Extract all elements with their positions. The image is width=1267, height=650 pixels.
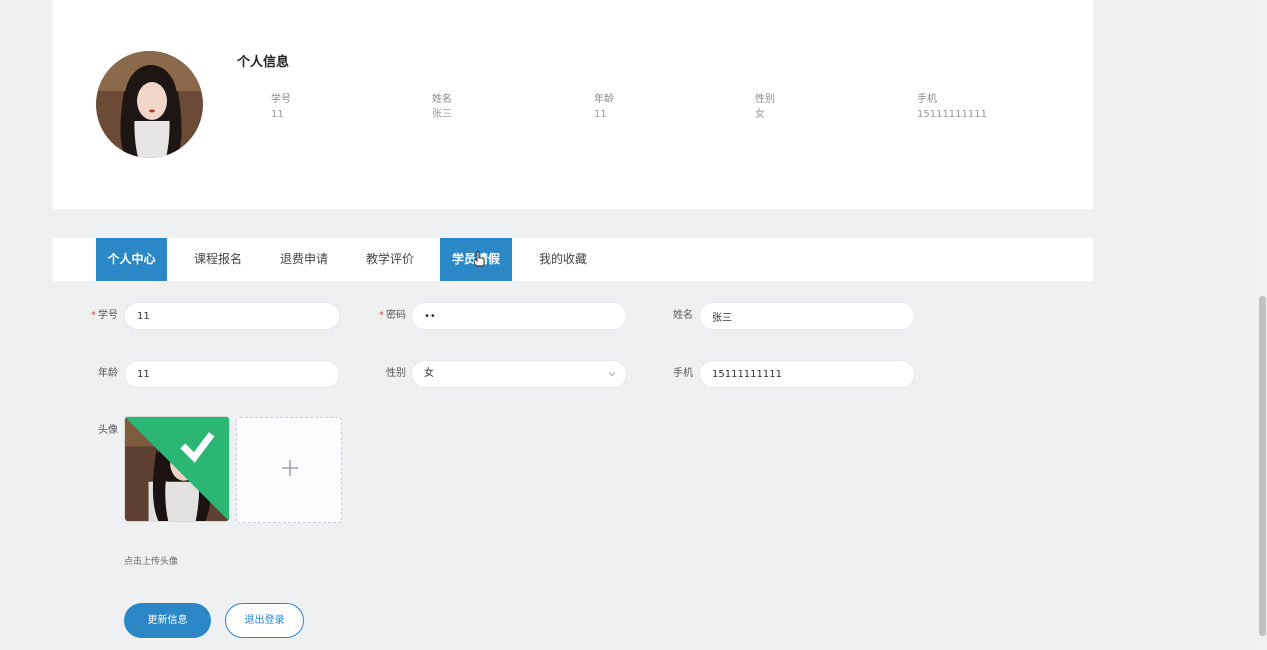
logout-button[interactable]: 退出登录	[225, 603, 304, 638]
page: 个人信息 学号 11 姓名 张三 年龄 11 性别 女 手机 151111111…	[0, 0, 1267, 650]
avatar-photo-icon	[96, 51, 203, 158]
info-phone: 手机 15111111111	[917, 92, 987, 122]
info-label: 手机	[917, 94, 937, 105]
info-label: 姓名	[432, 94, 452, 105]
name-label: 姓名	[673, 310, 693, 321]
success-check-icon	[125, 417, 229, 521]
chevron-down-icon	[608, 372, 616, 377]
phone-input[interactable]	[699, 360, 915, 388]
info-value: 11	[594, 109, 607, 120]
info-label: 学号	[271, 94, 291, 105]
tab-course-enroll[interactable]: 课程报名	[182, 238, 254, 281]
age-input[interactable]	[124, 360, 340, 388]
scrollbar-thumb[interactable]	[1259, 296, 1266, 636]
required-mark: *	[379, 310, 384, 321]
info-name: 姓名 张三	[432, 92, 452, 122]
info-gender: 性别 女	[755, 92, 775, 122]
age-label: 年龄	[98, 368, 118, 379]
password-input[interactable]	[411, 302, 627, 330]
tab-refund-request[interactable]: 退费申请	[268, 238, 340, 281]
tab-bar: 个人中心 课程报名 退费申请 教学评价 学员请假 我的收藏	[53, 238, 1093, 281]
info-value: 张三	[432, 109, 452, 120]
tab-teaching-review[interactable]: 教学评价	[354, 238, 426, 281]
student-id-label: * 学号	[91, 310, 118, 321]
update-info-button[interactable]: 更新信息	[124, 603, 211, 638]
avatar	[96, 51, 203, 158]
gender-label: 性别	[386, 368, 406, 379]
avatar-label: 头像	[98, 425, 118, 436]
profile-card: 个人信息 学号 11 姓名 张三 年龄 11 性别 女 手机 151111111…	[53, 0, 1093, 209]
avatar-thumbnail[interactable]	[124, 416, 230, 522]
tab-personal-center[interactable]: 个人中心	[96, 238, 167, 281]
info-age: 年龄 11	[594, 92, 614, 122]
info-student-id: 学号 11	[271, 92, 291, 122]
info-label: 性别	[755, 94, 775, 105]
plus-icon	[282, 460, 298, 476]
info-value: 11	[271, 109, 284, 120]
gender-select[interactable]: 女	[411, 360, 627, 388]
avatar-upload-button[interactable]	[236, 417, 342, 523]
info-label: 年龄	[594, 94, 614, 105]
tab-my-favorites[interactable]: 我的收藏	[527, 238, 599, 281]
hand-cursor-icon	[473, 251, 485, 267]
name-input[interactable]	[699, 302, 915, 330]
info-value: 女	[755, 109, 765, 120]
password-label: * 密码	[379, 310, 406, 321]
gender-select-value: 女	[424, 368, 434, 379]
upload-hint: 点击上传头像	[124, 557, 179, 567]
student-id-input[interactable]	[124, 302, 340, 330]
required-mark: *	[91, 310, 96, 321]
info-value: 15111111111	[917, 109, 987, 120]
phone-label: 手机	[673, 368, 693, 379]
scrollbar[interactable]	[1257, 0, 1267, 650]
profile-title: 个人信息	[237, 55, 290, 70]
